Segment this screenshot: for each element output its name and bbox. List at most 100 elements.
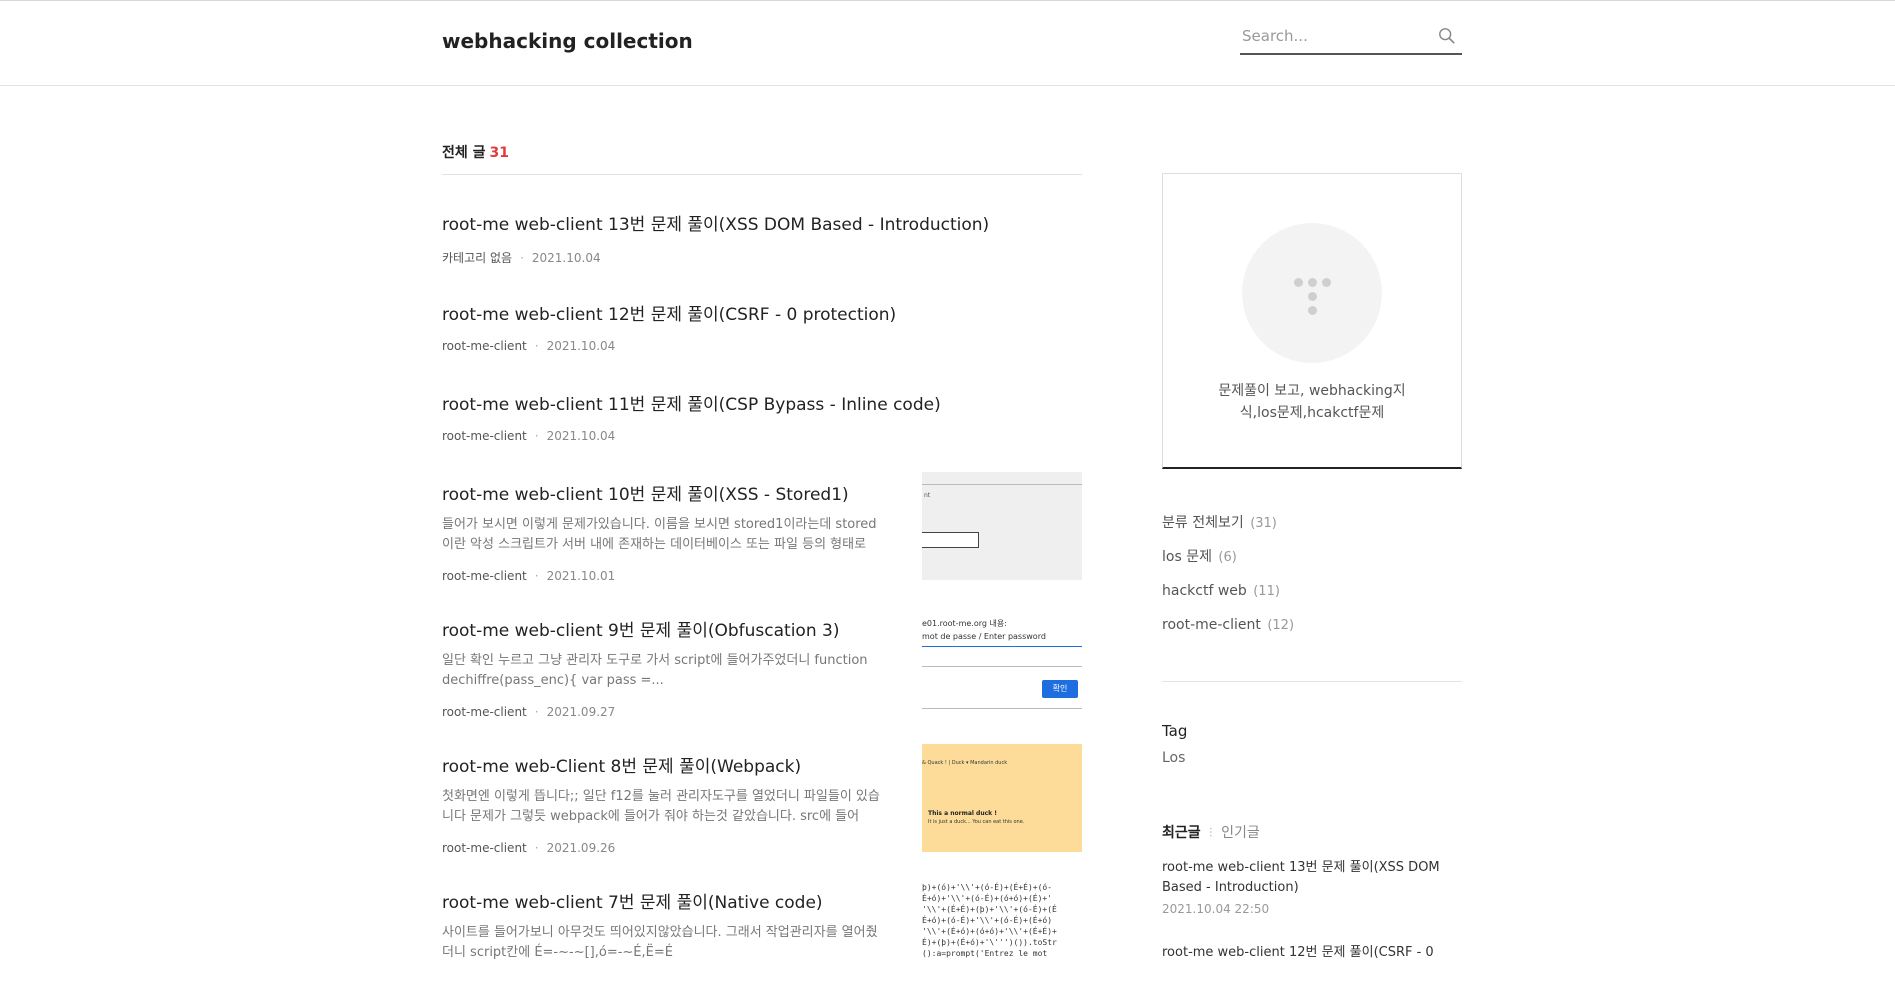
category-name: root-me-client: [1162, 617, 1261, 633]
thumb-divider: [922, 708, 1082, 709]
thumb-confirm-button: 확인: [1042, 680, 1078, 698]
post-category[interactable]: root-me-client: [442, 705, 527, 719]
post-item: root-me web-client 10번 문제 풀이(XSS - Store…: [442, 472, 1082, 583]
profile-description: 문제풀이 보고, webhacking지식,los문제,hcakctf문제: [1218, 383, 1406, 421]
category-item-los[interactable]: los 문제 (6): [1162, 546, 1460, 580]
tag-link[interactable]: Los: [1162, 750, 1185, 766]
post-excerpt[interactable]: 사이트를 들어가보니 아무것도 띄어있지않았습니다. 그래서 작업관리자를 열어…: [442, 923, 882, 963]
thumb-text: nt: [924, 492, 931, 499]
category-item-hackctf[interactable]: hackctf web (11): [1162, 580, 1460, 614]
category-name: 분류 전체보기: [1162, 515, 1244, 531]
thumb-code-line: É)+(þ)+(É+ó)+'\''')()).toStr: [922, 938, 1057, 947]
post-date: 2021.10.04: [531, 251, 601, 265]
category-list: 분류 전체보기 (31) los 문제 (6) hackctf web (11)…: [1162, 512, 1460, 648]
post-item: root-me web-client 11번 문제 풀이(CSP Bypass …: [442, 390, 1082, 443]
thumb-text: mot de passe / Enter password: [922, 632, 1046, 641]
avatar-dot: [1294, 278, 1303, 287]
thumb-code-line: '\\'+(É+ó)+(ó+ó)+'\\'+(É+É)+: [922, 927, 1057, 936]
meta-separator: ·: [534, 429, 539, 443]
thumb-code: þ)+(ó)+'\\'+(ó-É)+(É+É)+(ó- É+ó)+'\\'+(ó…: [922, 882, 1057, 959]
post-thumbnail[interactable]: nt: [922, 472, 1082, 580]
avatar[interactable]: [1242, 223, 1382, 363]
thumb-code-line: ():a=prompt('Entrez le mot: [922, 949, 1048, 958]
post-date: 2021.10.01: [546, 569, 616, 583]
post-tabs: 최근글 ⁝ 인기글: [1162, 822, 1260, 842]
category-count: (31): [1250, 516, 1277, 531]
post-excerpt[interactable]: 첫화면엔 이렇게 뜹니다;; 일단 f12를 눌러 관리자도구를 열었더니 파일…: [442, 787, 882, 827]
post-title[interactable]: root-me web-client 12번 문제 풀이(CSRF - 0 pr…: [442, 300, 1082, 325]
avatar-dot: [1308, 306, 1317, 315]
post-meta: root-me-client · 2021.10.04: [442, 339, 1082, 353]
search-input[interactable]: [1240, 23, 1434, 49]
post-title[interactable]: root-me web-client 11번 문제 풀이(CSP Bypass …: [442, 390, 1082, 415]
recent-post-item: root-me web-client 12번 문제 풀이(CSRF - 0: [1162, 943, 1442, 963]
category-name: hackctf web: [1162, 583, 1247, 599]
post-excerpt[interactable]: 들어가 보시면 이렇게 문제가있습니다. 이름을 보시면 stored1이라는데…: [442, 515, 882, 555]
post-item: root-me web-client 13번 문제 풀이(XSS DOM Bas…: [442, 210, 1082, 266]
post-date: 2021.10.04: [546, 339, 616, 353]
site-header: webhacking collection: [0, 1, 1895, 86]
post-item: root-me web-client 12번 문제 풀이(CSRF - 0 pr…: [442, 300, 1082, 353]
blog-title[interactable]: webhacking collection: [442, 29, 693, 53]
profile-card: 문제풀이 보고, webhacking지식,los문제,hcakctf문제: [1162, 173, 1462, 469]
post-category[interactable]: root-me-client: [442, 841, 527, 855]
recent-post-date: 2021.10.04 22:50: [1162, 902, 1270, 916]
recent-post-item: root-me web-client 13번 문제 풀이(XSS DOM Bas…: [1162, 858, 1442, 916]
post-thumbnail[interactable]: & Quack ! | Duck ▾ Mandarin duck This a …: [922, 744, 1082, 852]
thumb-divider: [922, 666, 1082, 667]
post-meta: 카테고리 없음 · 2021.10.04: [442, 249, 1082, 266]
tab-popular[interactable]: 인기글: [1221, 825, 1260, 841]
post-title[interactable]: root-me web-client 13번 문제 풀이(XSS DOM Bas…: [442, 210, 1082, 235]
thumb-code-line: þ)+(ó)+'\\'+(ó-É)+(É+É)+(ó-: [922, 883, 1053, 892]
thumb-text: e01.root-me.org 내용:: [922, 619, 1007, 628]
category-count: (6): [1218, 550, 1237, 565]
post-category[interactable]: 카테고리 없음: [442, 251, 512, 265]
post-date: 2021.09.27: [546, 705, 616, 719]
post-item: root-me web-client 9번 문제 풀이(Obfuscation …: [442, 608, 1082, 719]
post-date: 2021.09.26: [546, 841, 616, 855]
post-thumbnail[interactable]: e01.root-me.org 내용: mot de passe / Enter…: [922, 608, 1082, 716]
meta-separator: ·: [534, 841, 539, 855]
recent-post-title[interactable]: root-me web-client 13번 문제 풀이(XSS DOM Bas…: [1162, 858, 1442, 898]
category-count: (11): [1253, 584, 1280, 599]
avatar-dot: [1308, 278, 1317, 287]
divider: [442, 174, 1082, 175]
post-date: 2021.10.04: [546, 429, 616, 443]
post-count-label: 전체 글: [442, 145, 486, 161]
post-thumbnail[interactable]: þ)+(ó)+'\\'+(ó-É)+(É+É)+(ó- É+ó)+'\\'+(ó…: [922, 880, 1082, 988]
meta-separator: ·: [534, 569, 539, 583]
tab-recent[interactable]: 최근글: [1162, 825, 1201, 841]
post-meta: root-me-client · 2021.10.04: [442, 429, 1082, 443]
thumb-code-line: É+ó)+'\\'+(ó-É)+(ó+ó)+(É)+': [922, 894, 1053, 903]
post-count-number: 31: [489, 145, 509, 161]
post-category[interactable]: root-me-client: [442, 339, 527, 353]
search-box: [1240, 23, 1462, 55]
category-name: los 문제: [1162, 549, 1212, 565]
post-excerpt[interactable]: 일단 확인 누르고 그냥 관리자 도구로 가서 script에 들어가주었더니 …: [442, 651, 882, 691]
meta-separator: ·: [520, 251, 524, 265]
recent-post-title[interactable]: root-me web-client 12번 문제 풀이(CSRF - 0: [1162, 943, 1442, 963]
category-item-all[interactable]: 분류 전체보기 (31): [1162, 512, 1460, 546]
category-item-root-me[interactable]: root-me-client (12): [1162, 614, 1460, 648]
avatar-dot: [1322, 278, 1331, 287]
post-count-heading: 전체 글 31: [442, 142, 509, 162]
category-count: (12): [1267, 618, 1295, 633]
tag-heading: Tag: [1162, 722, 1188, 740]
thumb-divider: [922, 484, 1082, 485]
thumb-code-line: '\\'+(É+É)+(þ)+'\\'+(ó-É)+(É: [922, 905, 1057, 914]
search-icon[interactable]: [1438, 27, 1456, 45]
divider: [1162, 681, 1462, 682]
post-item: root-me web-client 7번 문제 풀이(Native code)…: [442, 880, 1082, 988]
thumb-code-line: É+ó)+(ó-É)+'\\'+(ó-É)+(É+ó): [922, 916, 1053, 925]
thumb-text: & Quack ! | Duck ▾ Mandarin duck: [922, 760, 1008, 766]
meta-separator: ·: [534, 339, 539, 353]
thumb-text: This a normal duck !: [928, 810, 997, 817]
meta-separator: ·: [534, 705, 539, 719]
post-category[interactable]: root-me-client: [442, 569, 527, 583]
post-item: root-me web-Client 8번 문제 풀이(Webpack) 첫화면…: [442, 744, 1082, 855]
thumb-text: It is just a duck... You can eat this on…: [928, 819, 1025, 825]
tab-separator: ⁝: [1208, 825, 1214, 841]
thumb-input-line: [922, 646, 1082, 647]
avatar-dot: [1308, 292, 1317, 301]
post-category[interactable]: root-me-client: [442, 429, 527, 443]
